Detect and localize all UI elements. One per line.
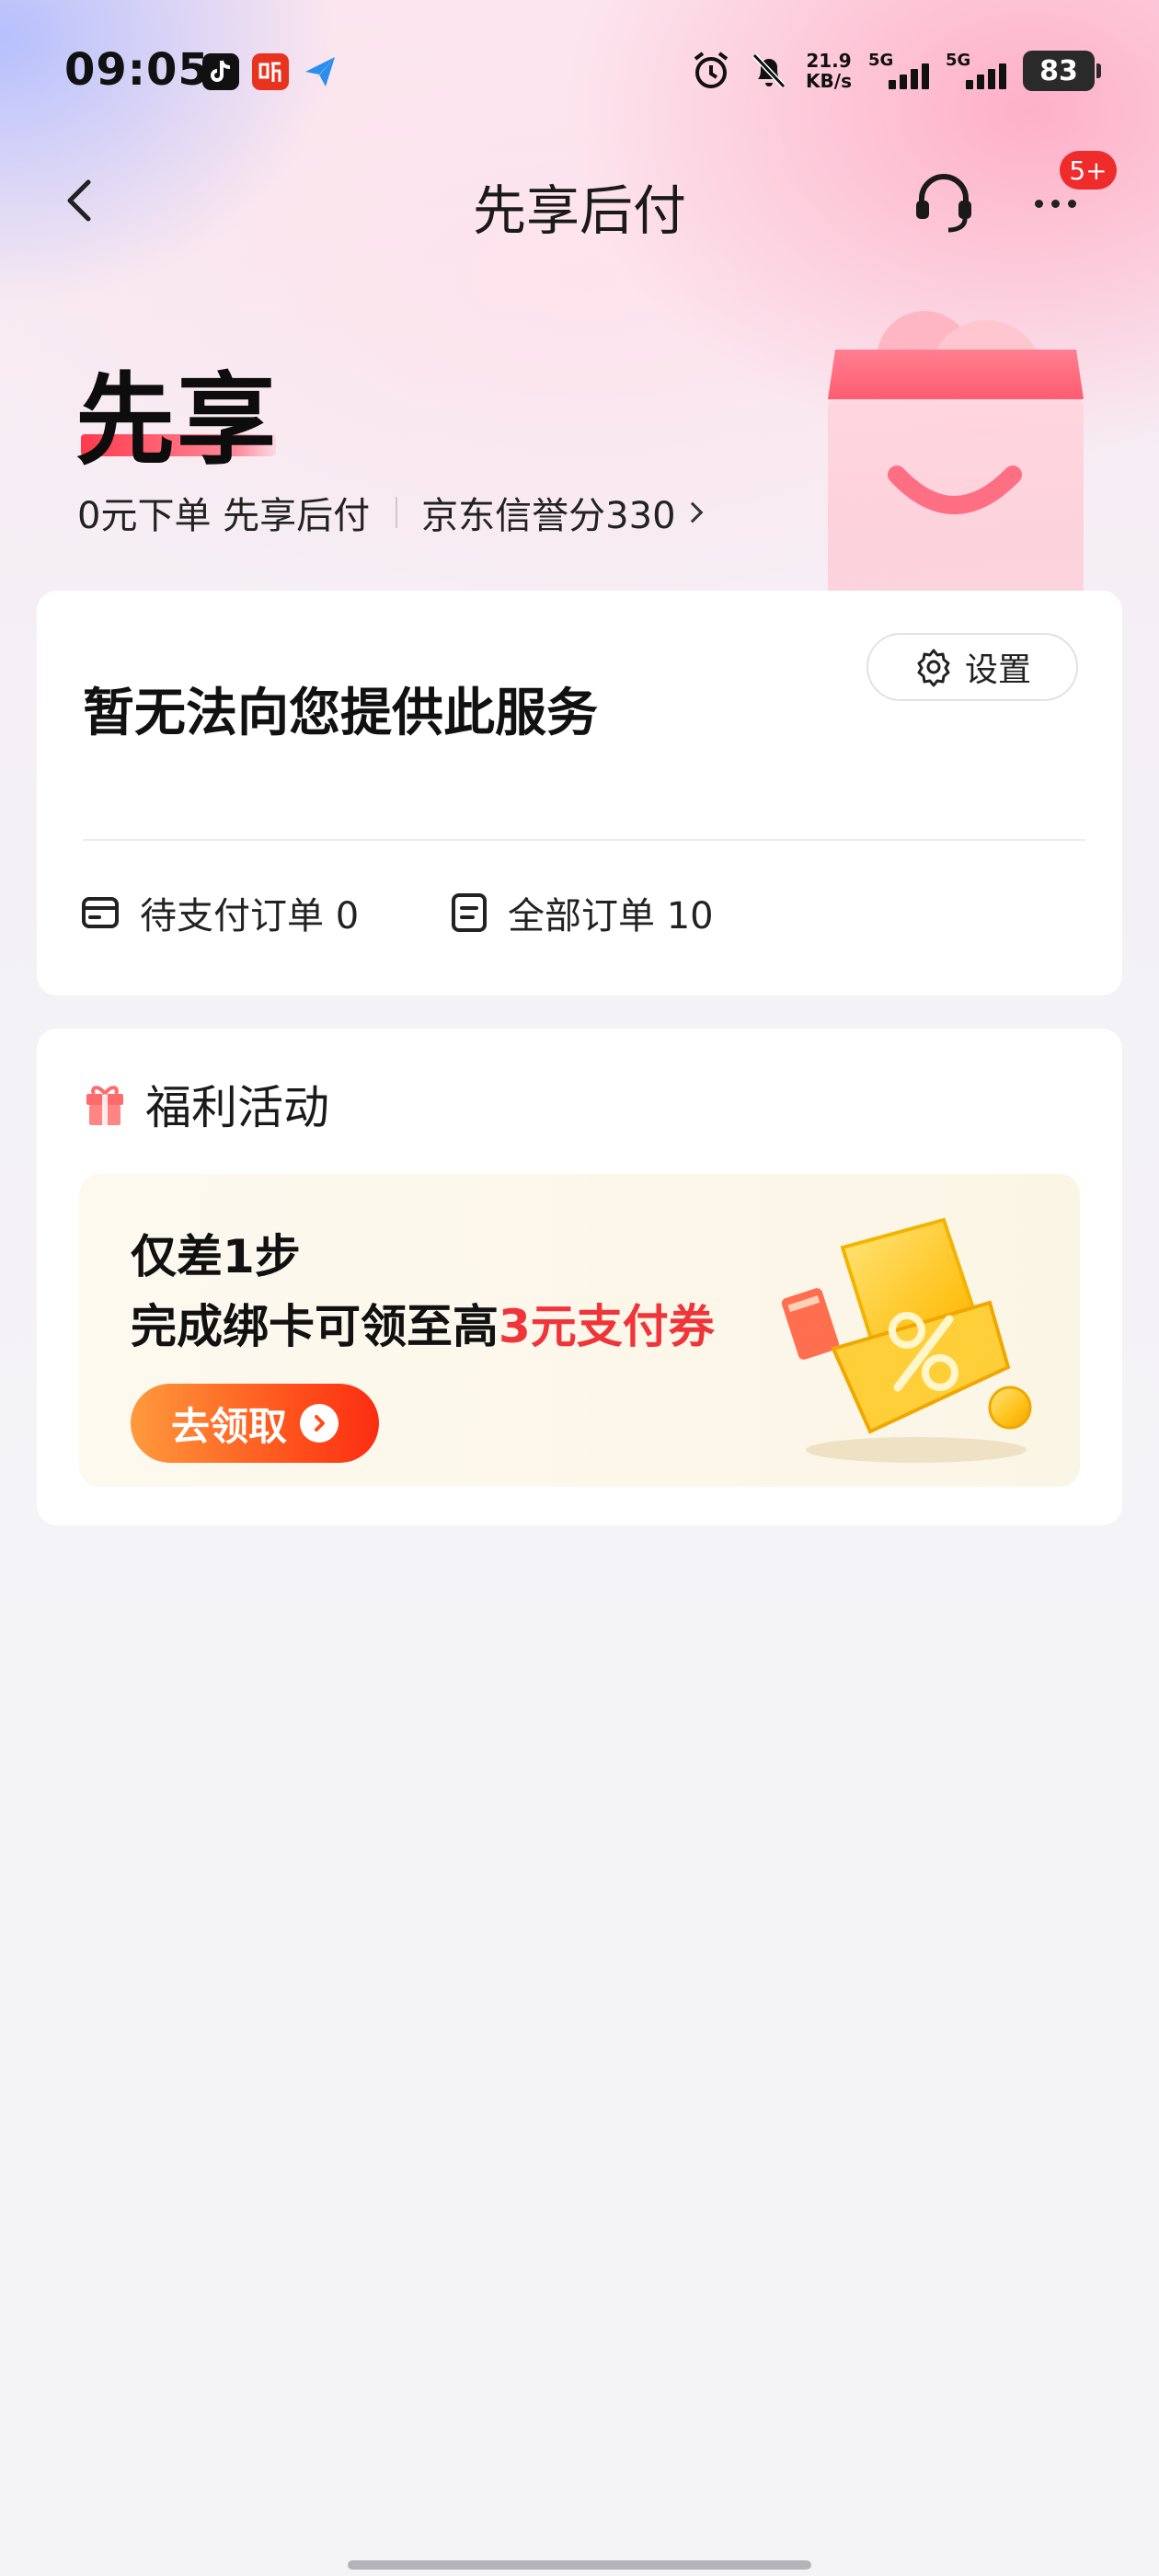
hero-subtitle: 0元下单 先享后付 京东信誉分330 [77,486,703,539]
arrow-circle-icon [300,1404,339,1443]
notification-badge: 5+ [1060,151,1117,190]
bind-card-promo-banner[interactable]: 仅差1步 完成绑卡可领至高3元支付券 去领取 [79,1174,1080,1487]
promo-line-1: 仅差1步 [131,1230,301,1283]
customer-service-button[interactable] [909,167,979,237]
service-unavailable-message: 暂无法向您提供此服务 [83,684,598,743]
signal-label: 5G [946,51,971,70]
ting-icon [252,53,289,90]
promo-highlight: 3元支付券 [499,1300,715,1353]
paper-plane-icon [302,53,339,90]
settings-button[interactable]: 设置 [866,633,1078,701]
signal-5g-2: 5G [946,51,1006,91]
all-orders-label: 全部订单 10 [508,895,714,937]
pending-orders-link[interactable]: 待支付订单 0 [81,885,359,940]
gift-icon [86,1086,123,1125]
page-title: 先享后付 [472,179,686,242]
hero-title: 先享 [75,363,279,478]
mute-bell-icon [752,52,786,89]
coupon-illustration [781,1217,1032,1463]
status-time: 09:05 [64,44,210,96]
claim-button[interactable]: 去领取 [131,1384,379,1463]
home-indicator [348,2560,811,2570]
claim-label: 去领取 [170,1403,287,1449]
welfare-heading: 福利活动 [145,1081,329,1134]
headset-icon [916,174,971,233]
subtitle-divider [396,497,398,528]
nav-bar: 先享后付 5+ [0,151,1159,248]
promo-line-2: 完成绑卡可领至高3元支付券 [131,1290,715,1356]
card-divider [83,839,1085,841]
credit-score-link[interactable]: 京东信誉分330 [421,486,675,539]
shopping-bag-illustration [828,311,1084,598]
all-orders-link[interactable]: 全部订单 10 [451,885,714,940]
wallet-card-icon [82,897,119,928]
net-speed-value: 21.9 [806,50,852,72]
service-status-card: 暂无法向您提供此服务 设置 待支付订单 0 全部订单 10 [37,591,1122,995]
net-speed: 21.9 KB/s [806,51,852,91]
settings-label: 设置 [964,651,1031,689]
status-right: 21.9 KB/s 5G 5G 83 [690,48,1101,94]
net-speed-unit: KB/s [806,70,852,92]
welfare-header: 福利活动 [83,1071,329,1137]
battery-indicator: 83 [1023,51,1101,91]
tiktok-icon [202,53,239,90]
status-bar: 09:05 21.9 KB/s 5G 5G 83 [0,0,1159,138]
hero-tagline: 0元下单 先享后付 [77,495,371,537]
order-list-icon [452,893,487,932]
signal-label: 5G [868,51,894,70]
alarm-icon [694,52,729,88]
promo-line-2-prefix: 完成绑卡可领至高 [131,1300,499,1353]
chevron-right-icon [682,501,703,523]
signal-5g-1: 5G [868,51,929,91]
gear-icon [917,649,950,687]
welfare-activity-card: 福利活动 仅差1步 完成绑卡可领至高3元支付券 去领取 [37,1029,1122,1525]
pending-orders-label: 待支付订单 0 [140,895,360,937]
